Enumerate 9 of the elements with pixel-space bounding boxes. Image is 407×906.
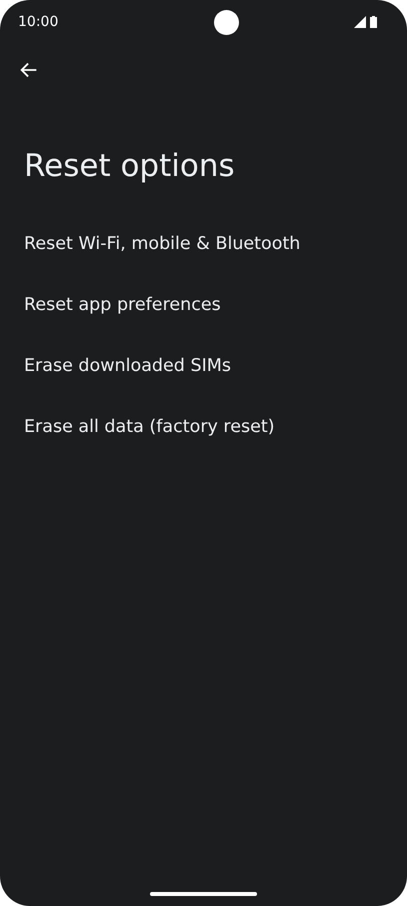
reset-option[interactable]: Reset Wi-Fi, mobile & Bluetooth: [0, 214, 407, 275]
reset-option[interactable]: Reset app preferences: [0, 275, 407, 336]
status-time: 10:00: [18, 14, 58, 30]
reset-option[interactable]: Erase all data (factory reset): [0, 397, 407, 458]
camera-cutout: [214, 10, 239, 34]
battery-icon: [370, 16, 377, 28]
reset-option[interactable]: Erase downloaded SIMs: [0, 336, 407, 397]
page-title: Reset options: [24, 147, 236, 186]
signal-icon: [354, 16, 366, 28]
